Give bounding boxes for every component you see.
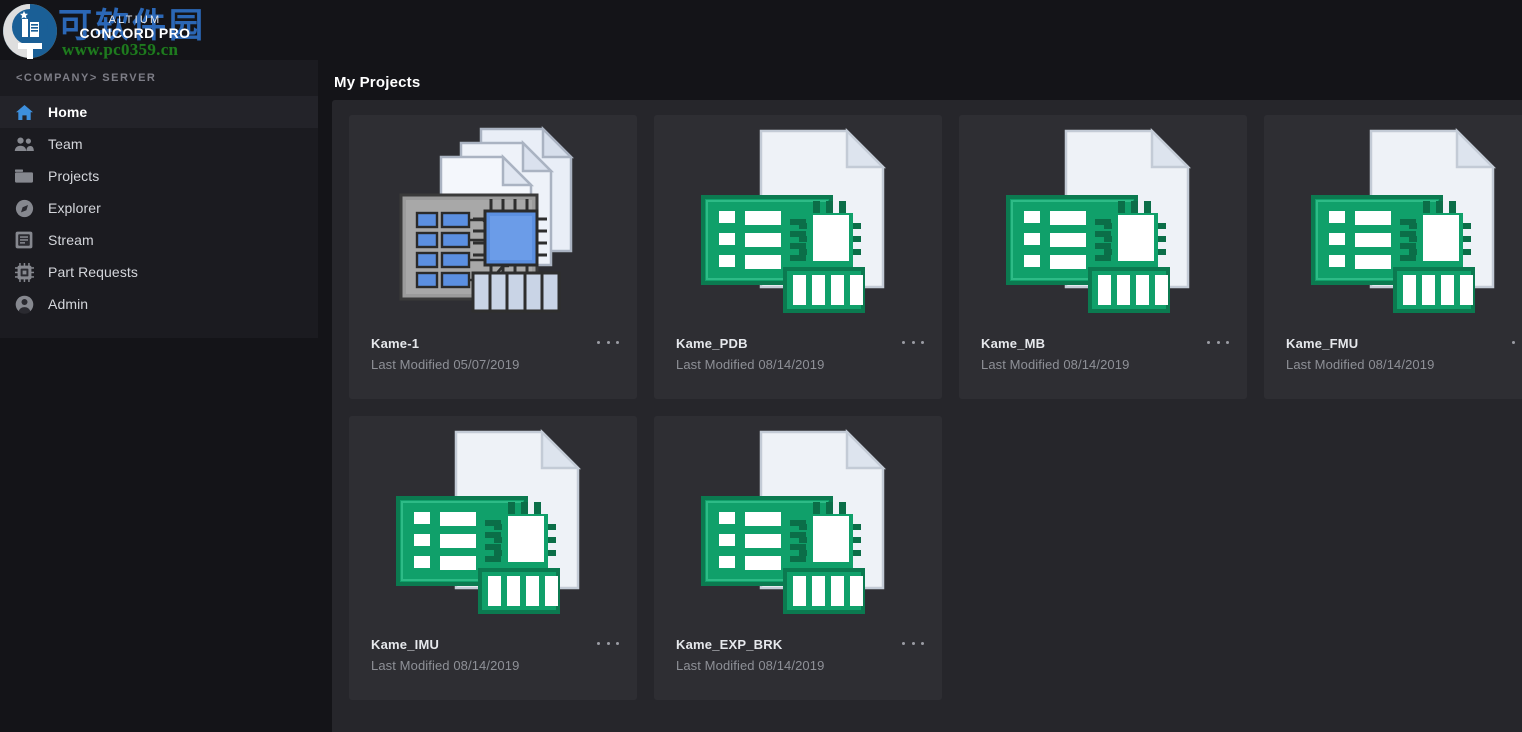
ellipsis-icon[interactable] [1207,334,1229,350]
project-card-name: Kame_FMU [1286,336,1358,351]
main-content: My Projects [318,60,1522,732]
ellipsis-icon[interactable] [1512,334,1522,350]
application-window: 可 软 件 园 ALTIUM CONCORD PRO www.pc0359.cn… [0,0,1522,732]
project-card-modified: Last Modified 05/07/2019 [371,357,519,372]
project-card-modified: Last Modified 08/14/2019 [981,357,1129,372]
altium-logo: 可 软 件 园 ALTIUM CONCORD PRO www.pc0359.cn [0,0,210,60]
project-card-name: Kame_EXP_BRK [676,637,782,652]
project-card[interactable]: Kame_FMU Last Modified 08/14/2019 [1264,115,1522,399]
compass-icon [12,197,36,219]
multi-board-project-icon [349,115,637,327]
project-card[interactable]: Kame_EXP_BRK Last Modified 08/14/2019 [654,416,942,700]
sidebar-item-explorer[interactable]: Explorer [0,192,318,224]
ellipsis-icon[interactable] [902,334,924,350]
watermark-url: www.pc0359.cn [62,40,178,60]
project-card-grid: Kame-1 Last Modified 05/07/2019 [349,115,1522,700]
project-card-name: Kame-1 [371,336,419,351]
project-card[interactable]: Kame_PDB Last Modified 08/14/2019 [654,115,942,399]
stream-icon [12,229,36,251]
sidebar-item-label: Projects [48,168,99,184]
pcb-project-icon [349,416,637,628]
person-icon [12,293,36,315]
sidebar-item-admin[interactable]: Admin [0,288,318,320]
sidebar-item-team[interactable]: Team [0,128,318,160]
ellipsis-icon[interactable] [902,635,924,651]
sidebar-item-stream[interactable]: Stream [0,224,318,256]
page-title: My Projects [334,74,420,91]
ellipsis-icon[interactable] [597,635,619,651]
sidebar-item-label: Admin [48,296,88,312]
folder-icon [12,165,36,187]
pcb-project-icon [654,416,942,628]
sidebar-item-label: Explorer [48,200,101,216]
home-icon [12,101,36,123]
sidebar-item-label: Part Requests [48,264,138,280]
project-card[interactable]: Kame_MB Last Modified 08/14/2019 [959,115,1247,399]
brand-bar: 可 软 件 园 ALTIUM CONCORD PRO www.pc0359.cn [0,0,1522,60]
sidebar-item-label: Stream [48,232,94,248]
project-card-modified: Last Modified 08/14/2019 [1286,357,1434,372]
project-card-name: Kame_PDB [676,336,748,351]
pcb-project-icon [959,115,1247,327]
project-card-name: Kame_IMU [371,637,439,652]
sidebar-item-home[interactable]: Home [0,96,318,128]
chip-icon [12,261,36,283]
pcb-project-icon [1264,115,1522,327]
project-card-name: Kame_MB [981,336,1045,351]
team-icon [12,133,36,155]
pcb-project-icon [654,115,942,327]
watermark-disc-icon [2,3,58,59]
sidebar-item-label: Team [48,136,83,152]
project-card-modified: Last Modified 08/14/2019 [676,658,824,673]
sidebar-item-label: Home [48,104,87,120]
project-card[interactable]: Kame-1 Last Modified 05/07/2019 [349,115,637,399]
projects-panel: Kame-1 Last Modified 05/07/2019 [332,100,1522,732]
project-card[interactable]: Kame_IMU Last Modified 08/14/2019 [349,416,637,700]
project-card-modified: Last Modified 08/14/2019 [371,658,519,673]
altium-brand-line2: CONCORD PRO [60,26,210,41]
sidebar-item-projects[interactable]: Projects [0,160,318,192]
sidebar-item-part-requests[interactable]: Part Requests [0,256,318,288]
sidebar-server-label: <COMPANY> SERVER [0,60,318,96]
ellipsis-icon[interactable] [597,334,619,350]
sidebar: <COMPANY> SERVER Home Team Projects Expl… [0,60,318,338]
project-card-modified: Last Modified 08/14/2019 [676,357,824,372]
